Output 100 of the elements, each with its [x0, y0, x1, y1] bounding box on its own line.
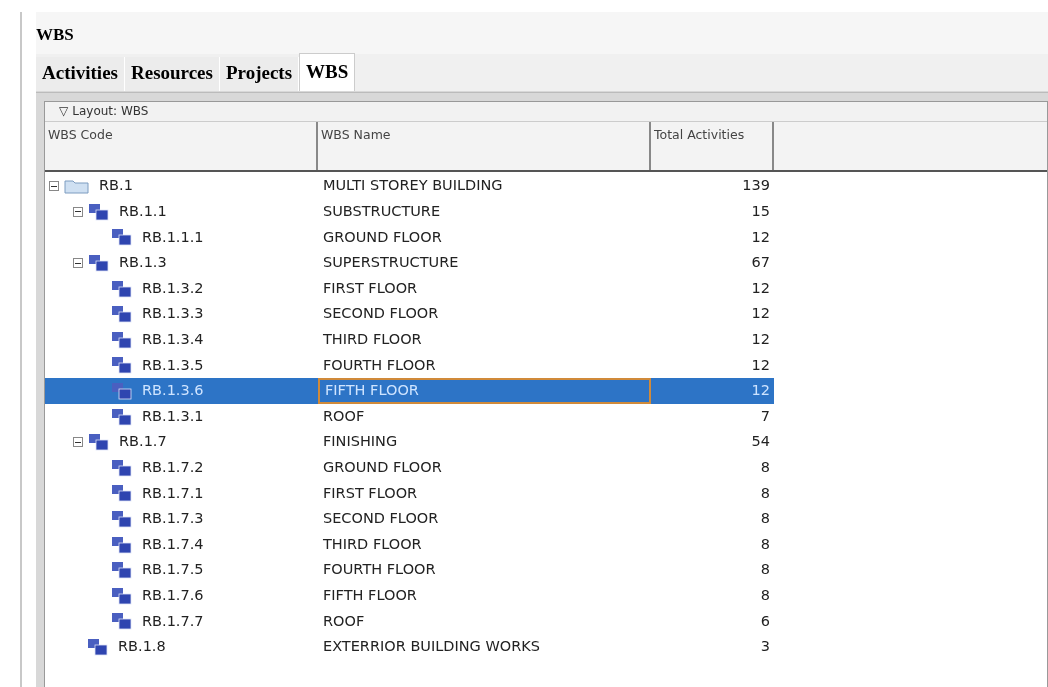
table-row[interactable]: RB.1.3.5 FOURTH FLOOR 12 — [45, 352, 774, 379]
table-row[interactable]: RB.1.8 EXTERRIOR BUILDING WORKS 3 — [45, 634, 774, 660]
stacked-squares-icon — [111, 330, 133, 349]
stacked-squares-icon — [111, 305, 133, 324]
table-cell-text: GROUND FLOOR — [322, 457, 443, 477]
table-cell-text: EXTERRIOR BUILDING WORKS — [322, 637, 541, 657]
table-cell: RB.1.3.6 — [45, 378, 318, 404]
column-header[interactable]: WBS Name — [318, 121, 651, 170]
stacked-squares-icon — [111, 612, 133, 631]
table-cell-text: 12 — [750, 227, 771, 247]
table-cell-text: ROOF — [322, 406, 366, 426]
table-cell-text: FIRST FLOOR — [322, 483, 419, 503]
tab[interactable]: Resources — [125, 56, 220, 91]
table-cell: RB.1.1.1 — [45, 224, 318, 251]
table-row[interactable]: RB.1.3 SUPERSTRUCTURE 67 — [45, 250, 774, 276]
table-row[interactable]: RB.1.7.3 SECOND FLOOR 8 — [45, 506, 774, 532]
table-row[interactable]: RB.1.1.1 GROUND FLOOR 12 — [45, 224, 774, 251]
table-cell-text: 12 — [750, 355, 771, 375]
stacked-squares-icon — [111, 535, 133, 554]
table-cell: RB.1.7.1 — [45, 480, 318, 507]
table-cell-text: FIFTH FLOOR — [322, 585, 418, 605]
stacked-squares-icon — [111, 484, 133, 503]
stacked-squares-icon — [111, 382, 133, 401]
tab[interactable]: Projects — [219, 56, 300, 91]
table-cell-text: SECOND FLOOR — [322, 304, 440, 324]
table-cell: RB.1.3.4 — [45, 327, 318, 353]
table-row[interactable]: RB.1.7 FINISHING 54 — [45, 429, 774, 456]
table-row[interactable]: RB.1.1 SUBSTRUCTURE 15 — [45, 199, 774, 225]
stacked-squares-icon — [111, 279, 133, 298]
stacked-squares-icon — [111, 407, 133, 426]
column-header[interactable]: Total Activities — [651, 121, 774, 170]
table-cell: RB.1.7.3 — [45, 506, 318, 532]
collapse-icon[interactable] — [49, 181, 59, 192]
stacked-squares-icon — [111, 458, 133, 477]
tab[interactable]: WBS — [299, 52, 356, 91]
table-cell-text: THIRD FLOOR — [322, 534, 423, 554]
table-cell-text: THIRD FLOOR — [322, 330, 423, 349]
table-cell: RB.1 — [45, 173, 318, 200]
table-cell-text: 8 — [759, 509, 771, 529]
table-cell-text: 8 — [759, 585, 771, 605]
table-cell-text: ROOF — [322, 611, 366, 631]
stacked-squares-icon — [87, 638, 109, 656]
table-cell: RB.1.3 — [45, 250, 318, 276]
stacked-squares-icon — [111, 561, 133, 580]
table-cell-text: SUBSTRUCTURE — [322, 202, 442, 221]
table-cell-text: 6 — [759, 611, 771, 631]
table-row[interactable]: RB.1.3.3 SECOND FLOOR 12 — [45, 301, 774, 328]
table-row[interactable]: RB.1.7.5 FOURTH FLOOR 8 — [45, 557, 774, 583]
table-row[interactable]: RB.1 MULTI STOREY BUILDING 139 — [45, 173, 774, 200]
table-row[interactable]: RB.1.3.4 THIRD FLOOR 12 — [45, 327, 774, 353]
table-cell-text: 12 — [750, 330, 771, 349]
stacked-squares-icon — [111, 228, 133, 247]
table-cell-text: 67 — [750, 253, 771, 273]
table-cell-text: 7 — [759, 406, 771, 426]
table-cell-text: 8 — [759, 560, 771, 580]
table-row[interactable]: RB.1.3.1 ROOF 7 — [45, 403, 774, 430]
table-cell: RB.1.7.4 — [45, 531, 318, 558]
table-cell-text: FINISHING — [322, 432, 399, 452]
table-cell: RB.1.1 — [45, 199, 318, 225]
table-cell: RB.1.3.1 — [45, 403, 318, 430]
table-row[interactable]: RB.1.3.6 FIFTH FLOOR 12 — [45, 378, 774, 404]
table-cell-text: SECOND FLOOR — [322, 509, 440, 529]
table-cell: RB.1.7.2 — [45, 455, 318, 481]
table-cell-text: 8 — [759, 483, 771, 503]
table-row[interactable]: RB.1.7.7 ROOF 6 — [45, 608, 774, 635]
stacked-squares-icon — [111, 356, 133, 375]
table-cell-text: FIRST FLOOR — [322, 278, 419, 298]
stacked-squares-icon — [88, 202, 110, 221]
table-cell-text: 3 — [759, 637, 771, 657]
table-cell: RB.1.3.3 — [45, 301, 318, 328]
window-title: WBS — [36, 12, 1048, 54]
table-cell: RB.1.8 — [45, 634, 318, 660]
table-cell-text: 54 — [750, 432, 771, 452]
table-row[interactable]: RB.1.7.1 FIRST FLOOR 8 — [45, 480, 774, 507]
collapse-toggle[interactable]: ▽ — [59, 102, 69, 120]
table-cell-text: SUPERSTRUCTURE — [322, 253, 460, 273]
table-cell-text: 8 — [759, 457, 771, 477]
table-cell-text: GROUND FLOOR — [322, 227, 443, 247]
layout-label: Layout: WBS — [72, 103, 149, 120]
stacked-squares-icon — [111, 586, 133, 605]
table-cell-text: 139 — [741, 176, 771, 196]
table-cell-text: 15 — [750, 202, 771, 221]
table-cell: RB.1.7.5 — [45, 557, 318, 583]
table-cell-text: MULTI STOREY BUILDING — [322, 176, 504, 196]
table-row[interactable]: RB.1.7.4 THIRD FLOOR 8 — [45, 531, 774, 558]
table-cell: RB.1.3.2 — [45, 275, 318, 302]
collapse-icon[interactable] — [73, 206, 83, 217]
table-row[interactable]: RB.1.3.2 FIRST FLOOR 12 — [45, 275, 774, 302]
table-row[interactable]: RB.1.7.2 GROUND FLOOR 8 — [45, 455, 774, 481]
stacked-squares-icon — [88, 433, 110, 452]
table-cell-text: 12 — [750, 278, 771, 298]
table-cell: RB.1.3.5 — [45, 352, 318, 379]
column-header[interactable]: WBS Code — [45, 121, 318, 170]
collapse-icon[interactable] — [73, 258, 83, 269]
tab[interactable]: Activities — [36, 56, 125, 91]
table-cell-text: 8 — [759, 534, 771, 554]
collapse-icon[interactable] — [73, 437, 83, 448]
table-cell: RB.1.7 — [45, 429, 318, 456]
table-cell-text: FOURTH FLOOR — [322, 560, 437, 580]
table-row[interactable]: RB.1.7.6 FIFTH FLOOR 8 — [45, 583, 774, 609]
